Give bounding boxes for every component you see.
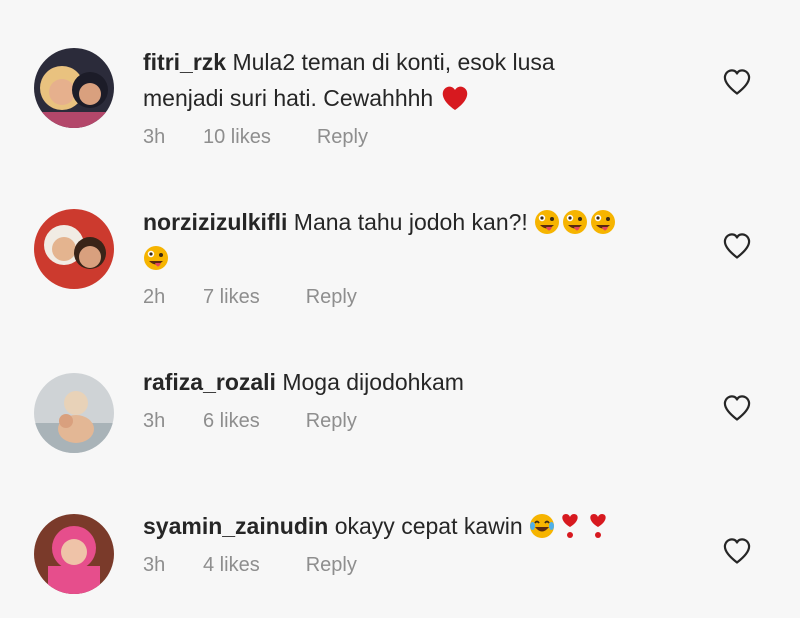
comment-text: fitri_rzk Mula2 teman di konti, esok lus… xyxy=(143,44,683,116)
comment-text: syamin_zainudin okayy cepat kawin xyxy=(143,508,683,544)
avatar[interactable] xyxy=(34,514,114,594)
comment-username[interactable]: syamin_zainudin xyxy=(143,513,328,539)
comment-message: menjadi suri hati. Cewahhhh xyxy=(143,85,434,111)
reply-button[interactable]: Reply xyxy=(317,126,368,149)
comment-message: Mula2 teman di konti, esok lusa xyxy=(232,49,555,75)
reply-button[interactable]: Reply xyxy=(306,554,357,577)
comment-time: 3h xyxy=(143,126,166,148)
comment-text: norzizizulkifli Mana tahu jodoh kan?! xyxy=(143,204,683,276)
comment-username[interactable]: fitri_rzk xyxy=(143,49,226,75)
zany-face-icon xyxy=(534,209,560,235)
heart-outline-icon[interactable] xyxy=(722,68,752,96)
comment-likes[interactable]: 10 likes xyxy=(203,126,271,149)
avatar[interactable] xyxy=(34,209,114,289)
comment-likes[interactable]: 7 likes xyxy=(203,286,260,309)
comment-likes[interactable]: 6 likes xyxy=(203,410,260,433)
comment-meta: 2h 7 likes Reply xyxy=(143,286,683,309)
comment-meta: 3h 6 likes Reply xyxy=(143,410,683,433)
comment-message: Moga dijodohkam xyxy=(282,369,464,395)
zany-face-icon xyxy=(562,209,588,235)
comment-time: 3h xyxy=(143,554,166,576)
comment-time: 3h xyxy=(143,410,166,432)
comment-likes[interactable]: 4 likes xyxy=(203,554,260,577)
comment-time: 2h xyxy=(143,286,166,308)
avatar[interactable] xyxy=(34,373,114,453)
comment-meta: 3h 10 likes Reply xyxy=(143,126,683,149)
comment-text: rafiza_rozali Moga dijodohkam xyxy=(143,364,683,400)
comment-username[interactable]: rafiza_rozali xyxy=(143,369,276,395)
comment-list: fitri_rzk Mula2 teman di konti, esok lus… xyxy=(0,0,800,618)
zany-face-icon xyxy=(143,245,169,271)
comment-message: Mana tahu jodoh kan?! xyxy=(293,209,528,235)
tears-of-joy-face-icon xyxy=(529,513,555,539)
heart-outline-icon[interactable] xyxy=(722,394,752,422)
reply-button[interactable]: Reply xyxy=(306,286,357,309)
zany-face-icon xyxy=(590,209,616,235)
comment-meta: 3h 4 likes Reply xyxy=(143,554,683,577)
reply-button[interactable]: Reply xyxy=(306,410,357,433)
red-heart-icon xyxy=(440,85,470,111)
heart-outline-icon[interactable] xyxy=(722,232,752,260)
comment-message: okayy cepat kawin xyxy=(334,513,523,539)
heart-exclamation-icon xyxy=(585,513,611,539)
heart-exclamation-icon xyxy=(557,513,583,539)
comment-username[interactable]: norzizizulkifli xyxy=(143,209,287,235)
avatar[interactable] xyxy=(34,48,114,128)
heart-outline-icon[interactable] xyxy=(722,537,752,565)
